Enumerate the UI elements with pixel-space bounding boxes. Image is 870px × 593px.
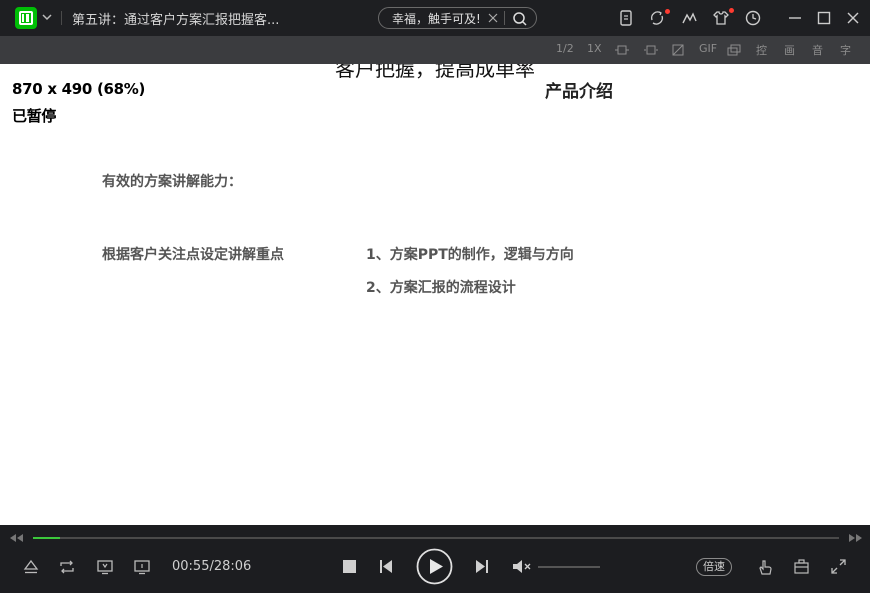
toolbox-icon[interactable] <box>793 558 810 575</box>
rewind-icon[interactable] <box>8 533 24 543</box>
seek-bar[interactable] <box>33 537 839 539</box>
slide-list-item: 1、方案PPT的制作，逻辑与方向 <box>366 247 574 263</box>
mute-icon[interactable] <box>512 559 532 574</box>
control-option[interactable]: 控 <box>756 42 767 58</box>
osd-resolution: 870 x 490 (68%) <box>12 80 146 98</box>
play-button[interactable] <box>416 548 453 585</box>
cast-icon[interactable] <box>96 558 114 576</box>
search-box[interactable]: 幸福，触手可及! <box>378 7 537 29</box>
minimize-icon[interactable] <box>786 9 804 27</box>
control-bar: 00:55/28:06 倍速 <box>0 525 870 593</box>
stop-icon[interactable] <box>342 559 357 574</box>
close-icon[interactable] <box>844 9 862 27</box>
fit-icon[interactable] <box>644 44 658 56</box>
fast-forward-icon[interactable] <box>848 533 864 543</box>
slide-list-item: 2、方案汇报的流程设计 <box>366 280 516 296</box>
crop-icon[interactable] <box>672 44 684 56</box>
video-canvas[interactable]: 客户把握，提高成单率 870 x 490 (68%) 已暂停 产品介绍 有效的方… <box>0 64 870 525</box>
maximize-icon[interactable] <box>815 9 833 27</box>
link-icon[interactable] <box>680 9 698 27</box>
time-display: 00:55/28:06 <box>172 559 252 574</box>
loop-icon[interactable] <box>58 558 76 576</box>
speed-1x-option[interactable]: 1X <box>587 42 602 55</box>
search-icon[interactable] <box>512 11 528 27</box>
picture-option[interactable]: 画 <box>784 42 795 58</box>
previous-icon[interactable] <box>378 559 394 574</box>
video-title: 第五讲：通过客户方案汇报把握客... <box>72 13 280 28</box>
audio-option[interactable]: 音 <box>812 42 823 58</box>
hand-icon[interactable] <box>757 558 773 576</box>
title-bar: 第五讲：通过客户方案汇报把握客... 幸福，触手可及! <box>0 0 870 36</box>
chevron-down-icon[interactable] <box>41 12 53 22</box>
gif-option[interactable]: GIF <box>699 42 717 55</box>
history-icon[interactable] <box>744 9 762 27</box>
search-input[interactable]: 幸福，触手可及! <box>392 10 481 27</box>
screenshot-icon[interactable] <box>727 44 741 56</box>
osd-status: 已暂停 <box>12 107 57 125</box>
search-divider <box>504 11 505 25</box>
skin-icon[interactable] <box>712 9 730 27</box>
volume-slider[interactable] <box>538 566 600 568</box>
share-icon[interactable] <box>648 9 666 27</box>
logo-icon[interactable] <box>15 7 37 29</box>
next-icon[interactable] <box>474 559 490 574</box>
notification-dot <box>729 8 734 13</box>
slide-heading: 产品介绍 <box>545 82 613 102</box>
screen-icon[interactable] <box>133 558 151 576</box>
player-toolbar: 1/2 1X GIF 控 画 音 字 <box>0 36 870 64</box>
eject-icon[interactable] <box>22 558 40 576</box>
half-speed-option[interactable]: 1/2 <box>556 42 574 55</box>
subtitle-option[interactable]: 字 <box>840 42 851 58</box>
fullscreen-icon[interactable] <box>830 558 847 575</box>
mobile-icon[interactable] <box>617 9 635 27</box>
seek-progress <box>33 537 60 539</box>
slide-text-focus: 根据客户关注点设定讲解重点 <box>102 247 284 263</box>
divider <box>61 11 62 25</box>
frame-icon[interactable] <box>615 44 629 56</box>
notification-dot <box>665 9 670 14</box>
speed-button[interactable]: 倍速 <box>696 558 732 576</box>
close-icon[interactable] <box>487 12 499 24</box>
slide-text-capability: 有效的方案讲解能力： <box>102 174 242 190</box>
